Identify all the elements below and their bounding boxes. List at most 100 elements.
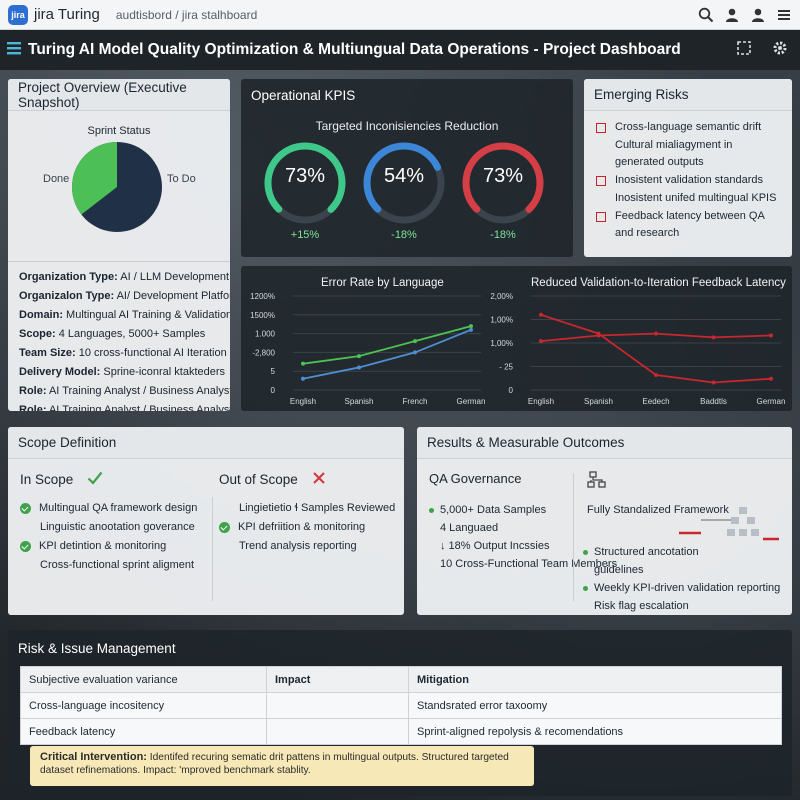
risk-text: Feedback latency between QA and research	[615, 210, 765, 239]
y-tick-label: 0	[271, 386, 276, 395]
x-tick-label: English	[528, 397, 554, 406]
issue-table: Subjective evaluation variance Impact Mi…	[20, 666, 782, 745]
result-item-text: Risk flag escalation	[594, 600, 689, 612]
expand-icon[interactable]	[736, 40, 752, 61]
risk-item: Cultural mialiagyment in generated outpu…	[596, 137, 780, 171]
table-cell: Standsrated error taxoomy	[408, 692, 782, 719]
search-icon[interactable]	[698, 7, 714, 23]
sprint-pie-chart: Done To Do	[8, 137, 230, 247]
cross-icon	[312, 471, 326, 488]
menu-icon[interactable]	[776, 7, 792, 23]
y-tick-label: 2,00%	[490, 292, 513, 301]
in-scope-title: In Scope	[20, 471, 74, 487]
scope-item: Cross-functional sprint aligment	[20, 556, 197, 575]
framework-diagram	[679, 507, 779, 541]
x-tick-label: French	[403, 397, 428, 406]
x-tick-label: German	[757, 397, 786, 406]
data-point	[413, 350, 417, 355]
column-header: Mitigation	[408, 666, 782, 693]
risk-item: Feedback latency between QA and research	[596, 208, 780, 242]
table-row[interactable]: Feedback latency Sprint-aligned repolysi…	[20, 718, 782, 745]
check-circle-icon	[20, 503, 31, 514]
overview-value: Multingual AI Training & Validation	[63, 309, 230, 321]
overview-value: Sprine-iconral ktakteders	[100, 366, 226, 378]
results-heading: Results & Measurable Outcomes	[417, 427, 792, 459]
scope-item: Trend analysis reporting	[219, 537, 395, 556]
overview-value: 10 cross-functional AI Iteration	[75, 347, 227, 359]
profile-icon[interactable]	[750, 7, 766, 23]
dashboard-title-bar: Turing AI Model Quality Optimization & M…	[0, 30, 800, 70]
data-point	[357, 354, 361, 359]
overview-row: Delivery Model: Sprine-iconral ktakteder…	[19, 363, 230, 382]
gauge-delta: -18%	[391, 229, 417, 241]
scope-item-text: Multingual QA framework design	[39, 502, 198, 514]
risk-item: Inosistent unifed multingual KPIS	[596, 190, 780, 207]
table-cell	[266, 718, 409, 745]
overview-row: Role: AI Training Analyst / Business Ana…	[19, 401, 230, 411]
x-tick-label: Eedech	[642, 397, 669, 406]
data-point	[769, 333, 773, 338]
sprint-pie	[72, 142, 162, 232]
overview-key: Organizalon Type:	[19, 290, 115, 302]
overview-row: Domain: Multingual AI Training & Validat…	[19, 306, 230, 325]
risk-text: Inosistent validation standards	[615, 174, 763, 186]
scope-item-text: Lingietietio ɬ Samples Reviewed	[239, 502, 396, 514]
risk-issue-heading: Risk & Issue Management	[18, 640, 176, 656]
data-point	[539, 312, 543, 317]
emerging-risks-heading: Emerging Risks	[584, 79, 792, 111]
data-point	[301, 376, 305, 381]
data-point	[469, 324, 473, 329]
out-of-scope-column: Out of Scope Lingietietio ɬ Samples Revi…	[219, 459, 395, 556]
chart-title: Error Rate by Language	[321, 277, 444, 289]
risk-issue-panel: Risk & Issue Management Subjective evalu…	[8, 630, 792, 796]
results-right-list: Structured ancotation guidelines Weekly KP…	[583, 543, 780, 615]
risk-checkbox-icon[interactable]	[596, 123, 606, 133]
overview-row: Role: AI Training Analyst / Business Ana…	[19, 382, 230, 401]
y-tick-label: 0	[509, 386, 514, 395]
risk-checkbox-icon[interactable]	[596, 212, 606, 222]
project-overview-panel: Project Overview (Executive Snapshot) Sp…	[8, 79, 230, 411]
hierarchy-icon	[587, 471, 607, 494]
overview-key: Scope:	[19, 328, 56, 340]
results-divider	[573, 473, 574, 601]
data-point	[711, 380, 716, 385]
result-item-text: 5,000+ Data Samples	[440, 504, 547, 516]
user-icon[interactable]	[724, 7, 740, 23]
y-tick-label: 1,00%	[490, 316, 513, 325]
scope-item: Linguistic anootation goverance	[20, 518, 197, 537]
risk-item: Inosistent validation standards	[596, 172, 780, 189]
risk-item: Cross-language semantic drift	[596, 119, 780, 136]
breadcrumb[interactable]: audtisbord / jira stalhboard	[116, 8, 257, 22]
table-row[interactable]: Cross-language incositency Standsrated e…	[20, 692, 782, 719]
check-circle-icon	[20, 541, 31, 552]
jira-logo[interactable]: jira	[8, 4, 28, 25]
table-header-row: Subjective evaluation variance Impact Mi…	[20, 666, 782, 693]
data-point	[769, 376, 773, 381]
in-scope-column: In Scope Multingual QA framework design L…	[20, 459, 197, 575]
overview-row: Scope: 4 Languages, 5000+ Samples	[19, 325, 230, 344]
y-tick-label: 1500%	[250, 311, 275, 320]
x-tick-label: Baddtls	[700, 397, 727, 406]
hamburger-menu-icon[interactable]	[6, 40, 22, 61]
scope-item-text: Linguistic anootation goverance	[40, 521, 195, 533]
risk-list: Cross-language semantic drift Cultural mi…	[584, 111, 792, 242]
result-item-text: guidelines	[594, 564, 644, 576]
data-point	[711, 335, 716, 340]
overview-key: Role:	[19, 385, 47, 397]
scope-item-text: KPI detintion & monitoring	[39, 540, 167, 552]
overview-key: Team Size:	[19, 347, 76, 359]
scope-heading: Scope Definition	[8, 427, 404, 459]
scope-item-text: Cross-functional sprint aligment	[40, 559, 195, 571]
data-point	[654, 372, 658, 377]
risk-text: Cross-language semantic drift	[615, 121, 762, 133]
result-item-text: Structured ancotation	[594, 546, 699, 558]
column-header: Subjective evaluation variance	[20, 666, 267, 693]
result-item-text: 4 Languaed	[440, 522, 499, 534]
overview-value: AI Training Analyst / Business Analyst	[46, 385, 230, 397]
series-line	[302, 325, 472, 365]
out-scope-list: Lingietietio ɬ Samples Reviewed KPI defri…	[219, 499, 395, 556]
settings-gear-icon[interactable]	[772, 40, 788, 61]
risk-checkbox-icon[interactable]	[596, 176, 606, 186]
results-panel: Results & Measurable Outcomes QA Governa…	[417, 427, 792, 615]
app-name[interactable]: jira Turing	[34, 6, 100, 23]
